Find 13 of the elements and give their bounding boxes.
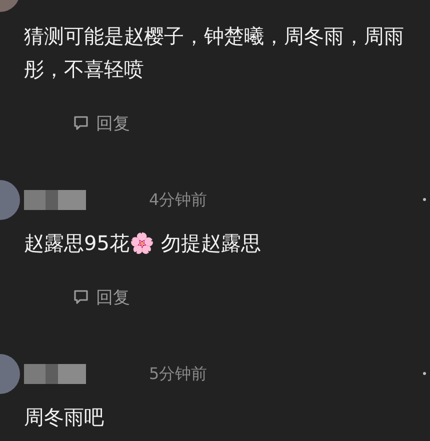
comment-text: 猜测可能是赵樱子，钟楚曦，周冬雨，周雨彤，不喜轻喷: [24, 23, 405, 83]
reply-button[interactable]: 回复: [72, 286, 130, 308]
more-icon[interactable]: [423, 372, 426, 375]
blurred-name: [24, 190, 86, 210]
blurred-name: [24, 364, 86, 384]
comment-icon: [72, 114, 90, 132]
reply-button[interactable]: 回复: [72, 112, 130, 134]
more-icon[interactable]: [423, 198, 426, 201]
comment-icon: [72, 288, 90, 306]
comment-time: 4分钟前: [149, 190, 208, 210]
comment-time: 5分钟前: [149, 364, 208, 384]
comment-text: 周冬雨吧: [24, 404, 105, 431]
comment-text: 赵露思95花🌸 勿提赵露思: [24, 230, 262, 257]
